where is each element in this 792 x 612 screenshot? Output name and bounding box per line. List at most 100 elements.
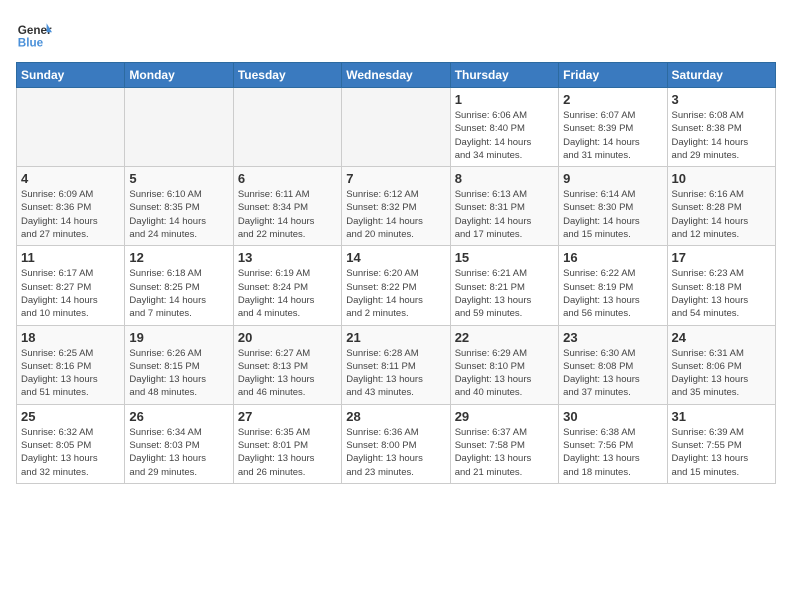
day-number: 26: [129, 409, 228, 424]
day-number: 16: [563, 250, 662, 265]
day-info: Sunrise: 6:27 AM Sunset: 8:13 PM Dayligh…: [238, 347, 337, 400]
weekday-header: Wednesday: [342, 63, 450, 88]
calendar-cell: 1Sunrise: 6:06 AM Sunset: 8:40 PM Daylig…: [450, 88, 558, 167]
weekday-header-row: SundayMondayTuesdayWednesdayThursdayFrid…: [17, 63, 776, 88]
day-number: 31: [672, 409, 771, 424]
calendar-cell: 2 Sunrise: 6:07 AM Sunset: 8:39 PM Daylig…: [559, 88, 667, 167]
day-info: Sunrise: 6:13 AM Sunset: 8:31 PM Dayligh…: [455, 188, 554, 241]
day-number: 10: [672, 171, 771, 186]
calendar-cell: 15Sunrise: 6:21 AM Sunset: 8:21 PM Dayli…: [450, 246, 558, 325]
calendar-cell: 11 Sunrise: 6:17 AM Sunset: 8:27 PM Dayli…: [17, 246, 125, 325]
calendar-cell: 20 Sunrise: 6:27 AM Sunset: 8:13 PM Dayli…: [233, 325, 341, 404]
calendar-cell: 24 Sunrise: 6:31 AM Sunset: 8:06 PM Dayli…: [667, 325, 775, 404]
day-number: 14: [346, 250, 445, 265]
day-info: Sunrise: 6:23 AM Sunset: 8:18 PM Dayligh…: [672, 267, 771, 320]
day-number: 27: [238, 409, 337, 424]
calendar-cell: 8 Sunrise: 6:13 AM Sunset: 8:31 PM Daylig…: [450, 167, 558, 246]
calendar-cell: 13Sunrise: 6:19 AM Sunset: 8:24 PM Dayli…: [233, 246, 341, 325]
day-number: 12: [129, 250, 228, 265]
day-info: Sunrise: 6:08 AM Sunset: 8:38 PM Dayligh…: [672, 109, 771, 162]
weekday-header: Saturday: [667, 63, 775, 88]
weekday-header: Friday: [559, 63, 667, 88]
calendar-cell: 22 Sunrise: 6:29 AM Sunset: 8:10 PM Dayli…: [450, 325, 558, 404]
page-header: General Blue: [16, 16, 776, 52]
day-number: 24: [672, 330, 771, 345]
calendar-cell: 23 Sunrise: 6:30 AM Sunset: 8:08 PM Dayli…: [559, 325, 667, 404]
calendar-week-row: 1Sunrise: 6:06 AM Sunset: 8:40 PM Daylig…: [17, 88, 776, 167]
calendar-cell: 27 Sunrise: 6:35 AM Sunset: 8:01 PM Dayli…: [233, 404, 341, 483]
day-info: Sunrise: 6:10 AM Sunset: 8:35 PM Dayligh…: [129, 188, 228, 241]
day-info: Sunrise: 6:12 AM Sunset: 8:32 PM Dayligh…: [346, 188, 445, 241]
calendar-cell: 14 Sunrise: 6:20 AM Sunset: 8:22 PM Dayli…: [342, 246, 450, 325]
calendar-cell: [342, 88, 450, 167]
calendar-cell: 5Sunrise: 6:10 AM Sunset: 8:35 PM Daylig…: [125, 167, 233, 246]
calendar-week-row: 4 Sunrise: 6:09 AM Sunset: 8:36 PM Daylig…: [17, 167, 776, 246]
calendar-cell: 12 Sunrise: 6:18 AM Sunset: 8:25 PM Dayli…: [125, 246, 233, 325]
day-number: 1: [455, 92, 554, 107]
logo: General Blue: [16, 16, 52, 52]
calendar-week-row: 18 Sunrise: 6:25 AM Sunset: 8:16 PM Dayli…: [17, 325, 776, 404]
day-info: Sunrise: 6:18 AM Sunset: 8:25 PM Dayligh…: [129, 267, 228, 320]
day-number: 8: [455, 171, 554, 186]
calendar-cell: 3 Sunrise: 6:08 AM Sunset: 8:38 PM Daylig…: [667, 88, 775, 167]
calendar-cell: [125, 88, 233, 167]
day-number: 3: [672, 92, 771, 107]
calendar-cell: 6 Sunrise: 6:11 AM Sunset: 8:34 PM Daylig…: [233, 167, 341, 246]
weekday-header: Monday: [125, 63, 233, 88]
day-info: Sunrise: 6:17 AM Sunset: 8:27 PM Dayligh…: [21, 267, 120, 320]
calendar-cell: 25 Sunrise: 6:32 AM Sunset: 8:05 PM Dayli…: [17, 404, 125, 483]
day-info: Sunrise: 6:31 AM Sunset: 8:06 PM Dayligh…: [672, 347, 771, 400]
calendar-cell: [17, 88, 125, 167]
calendar-cell: 9Sunrise: 6:14 AM Sunset: 8:30 PM Daylig…: [559, 167, 667, 246]
day-info: Sunrise: 6:14 AM Sunset: 8:30 PM Dayligh…: [563, 188, 662, 241]
day-info: Sunrise: 6:09 AM Sunset: 8:36 PM Dayligh…: [21, 188, 120, 241]
calendar-cell: 10Sunrise: 6:16 AM Sunset: 8:28 PM Dayli…: [667, 167, 775, 246]
day-info: Sunrise: 6:26 AM Sunset: 8:15 PM Dayligh…: [129, 347, 228, 400]
day-info: Sunrise: 6:11 AM Sunset: 8:34 PM Dayligh…: [238, 188, 337, 241]
day-info: Sunrise: 6:07 AM Sunset: 8:39 PM Dayligh…: [563, 109, 662, 162]
calendar-cell: 30 Sunrise: 6:38 AM Sunset: 7:56 PM Dayli…: [559, 404, 667, 483]
day-info: Sunrise: 6:32 AM Sunset: 8:05 PM Dayligh…: [21, 426, 120, 479]
day-info: Sunrise: 6:29 AM Sunset: 8:10 PM Dayligh…: [455, 347, 554, 400]
day-number: 29: [455, 409, 554, 424]
calendar-cell: 19 Sunrise: 6:26 AM Sunset: 8:15 PM Dayli…: [125, 325, 233, 404]
weekday-header: Tuesday: [233, 63, 341, 88]
day-number: 25: [21, 409, 120, 424]
day-info: Sunrise: 6:28 AM Sunset: 8:11 PM Dayligh…: [346, 347, 445, 400]
day-number: 18: [21, 330, 120, 345]
weekday-header: Sunday: [17, 63, 125, 88]
day-number: 11: [21, 250, 120, 265]
day-number: 4: [21, 171, 120, 186]
day-number: 22: [455, 330, 554, 345]
day-info: Sunrise: 6:36 AM Sunset: 8:00 PM Dayligh…: [346, 426, 445, 479]
day-info: Sunrise: 6:25 AM Sunset: 8:16 PM Dayligh…: [21, 347, 120, 400]
day-number: 30: [563, 409, 662, 424]
calendar-body: 1Sunrise: 6:06 AM Sunset: 8:40 PM Daylig…: [17, 88, 776, 484]
day-number: 15: [455, 250, 554, 265]
day-info: Sunrise: 6:20 AM Sunset: 8:22 PM Dayligh…: [346, 267, 445, 320]
calendar-cell: 29 Sunrise: 6:37 AM Sunset: 7:58 PM Dayli…: [450, 404, 558, 483]
svg-text:Blue: Blue: [18, 37, 44, 50]
calendar-cell: 26Sunrise: 6:34 AM Sunset: 8:03 PM Dayli…: [125, 404, 233, 483]
day-info: Sunrise: 6:19 AM Sunset: 8:24 PM Dayligh…: [238, 267, 337, 320]
day-info: Sunrise: 6:35 AM Sunset: 8:01 PM Dayligh…: [238, 426, 337, 479]
calendar-cell: 17Sunrise: 6:23 AM Sunset: 8:18 PM Dayli…: [667, 246, 775, 325]
calendar-cell: 28Sunrise: 6:36 AM Sunset: 8:00 PM Dayli…: [342, 404, 450, 483]
day-info: Sunrise: 6:30 AM Sunset: 8:08 PM Dayligh…: [563, 347, 662, 400]
day-number: 2: [563, 92, 662, 107]
day-info: Sunrise: 6:38 AM Sunset: 7:56 PM Dayligh…: [563, 426, 662, 479]
calendar-cell: 21Sunrise: 6:28 AM Sunset: 8:11 PM Dayli…: [342, 325, 450, 404]
day-number: 6: [238, 171, 337, 186]
day-number: 7: [346, 171, 445, 186]
calendar-cell: 31Sunrise: 6:39 AM Sunset: 7:55 PM Dayli…: [667, 404, 775, 483]
day-number: 20: [238, 330, 337, 345]
day-info: Sunrise: 6:22 AM Sunset: 8:19 PM Dayligh…: [563, 267, 662, 320]
day-number: 23: [563, 330, 662, 345]
calendar-week-row: 25 Sunrise: 6:32 AM Sunset: 8:05 PM Dayli…: [17, 404, 776, 483]
calendar-cell: 18 Sunrise: 6:25 AM Sunset: 8:16 PM Dayli…: [17, 325, 125, 404]
day-info: Sunrise: 6:37 AM Sunset: 7:58 PM Dayligh…: [455, 426, 554, 479]
calendar-cell: [233, 88, 341, 167]
day-number: 19: [129, 330, 228, 345]
calendar-cell: 7 Sunrise: 6:12 AM Sunset: 8:32 PM Daylig…: [342, 167, 450, 246]
calendar-table: SundayMondayTuesdayWednesdayThursdayFrid…: [16, 62, 776, 484]
